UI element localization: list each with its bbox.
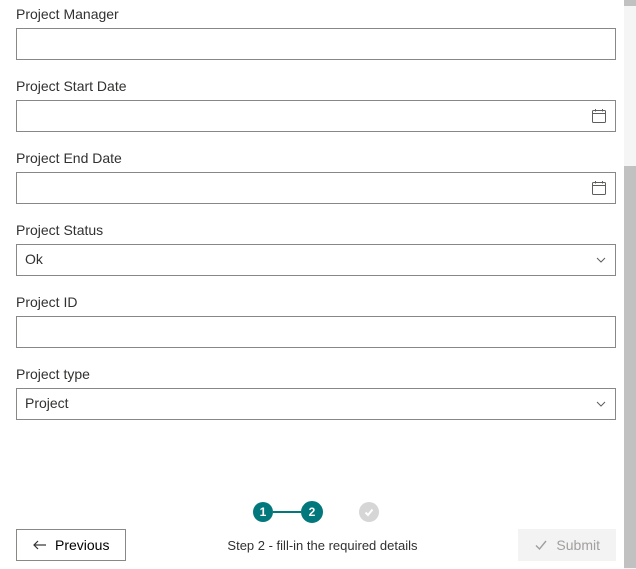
field-start-date: Project Start Date [16,78,616,132]
label-end-date: Project End Date [16,150,616,166]
datepicker-start-date[interactable] [16,100,616,132]
input-start-date[interactable] [25,101,591,131]
previous-button-label: Previous [55,537,109,553]
select-status-value: Ok [25,245,595,275]
label-start-date: Project Start Date [16,78,616,94]
select-status[interactable]: Ok [16,244,616,276]
field-status: Project Status Ok [16,222,616,276]
chevron-down-icon [595,398,607,410]
submit-button[interactable]: Submit [518,529,616,561]
step-2[interactable]: 2 [301,501,323,523]
chevron-down-icon [595,254,607,266]
calendar-icon[interactable] [591,180,607,196]
scrollbar-thumb[interactable] [624,166,636,568]
select-project-type-value: Project [25,389,595,419]
calendar-icon[interactable] [591,108,607,124]
submit-button-label: Submit [556,537,600,553]
input-end-date[interactable] [25,173,591,203]
field-project-type: Project type Project [16,366,616,420]
input-project-manager[interactable] [16,28,616,60]
field-end-date: Project End Date [16,150,616,204]
input-project-id[interactable] [16,316,616,348]
form-container: Project Manager Project Start Date [16,0,616,438]
label-project-manager: Project Manager [16,6,616,22]
select-project-type[interactable]: Project [16,388,616,420]
arrow-left-icon [33,539,47,551]
label-status: Project Status [16,222,616,238]
step-1[interactable]: 1 [253,502,273,522]
step-connector [273,511,301,513]
datepicker-end-date[interactable] [16,172,616,204]
field-project-id: Project ID [16,294,616,348]
scrollbar-track[interactable] [624,0,636,569]
check-icon [534,539,548,551]
stepper: 1 2 [16,501,616,523]
scrollbar-thumb[interactable] [624,0,636,6]
label-project-id: Project ID [16,294,616,310]
previous-button[interactable]: Previous [16,529,126,561]
step-complete-icon [359,502,379,522]
footer: 1 2 Previous Step 2 - fill-in t [16,501,616,561]
step-hint: Step 2 - fill-in the required details [227,538,417,553]
field-project-manager: Project Manager [16,6,616,60]
label-project-type: Project type [16,366,616,382]
